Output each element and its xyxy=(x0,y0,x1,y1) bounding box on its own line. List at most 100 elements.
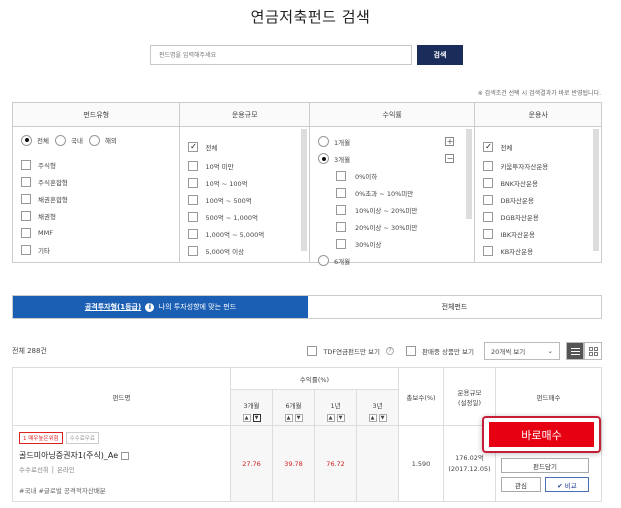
checkbox-size-5[interactable]: 1,000억 ~ 5,000억 xyxy=(188,225,301,242)
tdf-checkbox[interactable] xyxy=(307,346,318,356)
sort-up-icon[interactable]: ▲ xyxy=(326,414,335,422)
scrollbar[interactable] xyxy=(466,129,473,219)
checkbox-icon xyxy=(336,204,346,215)
list-view-button[interactable] xyxy=(566,342,584,360)
on-sale-checkbox[interactable] xyxy=(406,346,417,356)
checkbox-mmf[interactable]: MMF xyxy=(21,224,171,241)
checkmark-icon: ✓ xyxy=(483,142,494,152)
sort-down-icon[interactable]: ▼ xyxy=(336,414,345,422)
checkbox-return-2[interactable]: 0%초과 ~ 10%미만 xyxy=(336,184,454,201)
interest-button[interactable]: 관심 xyxy=(501,477,541,492)
checkbox-manager-4[interactable]: DGB자산운용 xyxy=(483,208,593,225)
results-toolbar: 전체 288건 TDF연금펀드만 보기 ? 판매중 상품만 보기 20개씩 보기… xyxy=(12,339,602,363)
checkbox-return-1[interactable]: 0%이하 xyxy=(336,167,454,184)
checkbox-manager-1[interactable]: 키움투자자산운용 xyxy=(483,157,593,174)
checkbox-size-4[interactable]: 500억 ~ 1,000억 xyxy=(188,208,301,225)
checkbox-return-3[interactable]: 10%이상 ~ 20%미만 xyxy=(336,201,454,218)
filter-fund-type-title: 펀드유형 xyxy=(13,103,180,127)
fund-results-table: 펀드명 수익률(%) 총보수(%) 운용규모 (설정일) 펀드매수 3개월 ▲ ▼ … xyxy=(12,367,602,502)
checkbox-stock[interactable]: 주식형 xyxy=(21,156,171,173)
header-period-1y: 1년 ▲ ▼ xyxy=(314,389,357,426)
checkbox-size-2[interactable]: 10억 ~ 100억 xyxy=(188,174,301,191)
checkbox-icon xyxy=(483,194,494,205)
page-title: 연금저축펀드 검색 xyxy=(250,8,371,26)
fund-name-link[interactable]: 골드미아닝증권자1(주식)_Ae xyxy=(19,450,118,461)
search-button[interactable]: 검색 xyxy=(417,45,463,65)
fund-select-checkbox[interactable] xyxy=(121,451,130,460)
sort-up-icon[interactable]: ▲ xyxy=(368,414,377,422)
filter-fund-type: 펀드유형 전체 국내 해외 주식형 주식혼합형 채권혼합형 채권형 MMF 기타 xyxy=(13,103,181,262)
filter-returns: 수익률 1개월 + 3개월 − 0%이하 0%초과 ~ 10%미만 10%이상 ~ … xyxy=(310,103,476,266)
checkbox-size-3[interactable]: 100억 ~ 500억 xyxy=(188,191,301,208)
radio-period-3m[interactable]: 3개월 − xyxy=(318,150,455,167)
checkbox-return-5[interactable]: 30%이상 xyxy=(336,235,454,252)
info-icon[interactable]: i xyxy=(145,302,155,312)
checkbox-size-all[interactable]: ✓ 전체 xyxy=(188,137,301,157)
checkbox-icon xyxy=(483,245,494,256)
tab-risk-profile[interactable]: 공격투자형(1등급) i 나의 투자성향에 맞는 펀드 xyxy=(13,296,308,318)
checkbox-icon xyxy=(188,211,199,222)
table-row: 1 매우높은위험 수수료무료 골드미아닝증권자1(주식)_Ae 수수료선취 │ … xyxy=(12,416,602,502)
checkbox-icon xyxy=(21,227,31,238)
sort-up-icon[interactable]: ▲ xyxy=(242,414,251,422)
filter-fund-size: 운용규모 ✓ 전체 10억 미만 10억 ~ 100억 100억 ~ 500억 5… xyxy=(180,103,310,262)
sort-down-icon[interactable]: ▼ xyxy=(294,414,303,422)
expand-icon[interactable]: + xyxy=(445,137,455,146)
filter-manager: 운용사 ✓ 전체 키움투자자산운용 BNK자산운용 DB자산운용 DGB자산운용 … xyxy=(475,103,602,262)
filter-fund-size-title: 운용규모 xyxy=(180,103,309,127)
radio-icon xyxy=(318,255,329,266)
checkbox-manager-2[interactable]: BNK자산운용 xyxy=(483,174,593,191)
sort-up-icon[interactable]: ▲ xyxy=(284,414,293,422)
tab-all-funds[interactable]: 전체펀드 xyxy=(308,296,601,318)
search-bar: 검색 xyxy=(150,45,463,65)
checkbox-icon xyxy=(21,244,31,255)
collapse-icon[interactable]: − xyxy=(445,154,455,163)
fund-tabs: 공격투자형(1등급) i 나의 투자성향에 맞는 펀드 전체펀드 xyxy=(12,295,602,319)
header-fund-name: 펀드명 xyxy=(12,367,231,426)
checkbox-bond-mixed[interactable]: 채권혼합형 xyxy=(21,190,171,207)
checkbox-icon xyxy=(336,221,346,232)
sort-down-icon[interactable]: ▼ xyxy=(378,414,387,422)
checkbox-stock-mixed[interactable]: 주식혼합형 xyxy=(21,173,171,190)
checkbox-icon xyxy=(21,210,31,221)
checkbox-manager-all[interactable]: ✓ 전체 xyxy=(483,137,593,157)
checkbox-manager-5[interactable]: IBK자산운용 xyxy=(483,225,593,242)
checkbox-size-6[interactable]: 5,000억 이상 xyxy=(188,242,301,259)
help-icon[interactable]: ? xyxy=(386,347,395,355)
scrollbar[interactable] xyxy=(301,129,307,251)
return-3y xyxy=(356,425,399,502)
radio-icon xyxy=(318,136,329,147)
checkbox-manager-3[interactable]: DB자산운용 xyxy=(483,191,593,208)
compare-button[interactable]: ✔ 비교 xyxy=(545,477,589,492)
radio-period-6m[interactable]: 6개월 xyxy=(318,252,454,269)
checkbox-icon xyxy=(336,238,346,249)
radio-all[interactable]: 전체 xyxy=(21,133,49,147)
on-sale-label: 판매중 상품만 보기 xyxy=(422,348,474,356)
add-to-cart-button[interactable]: 펀드담기 xyxy=(501,458,589,473)
checkbox-return-4[interactable]: 20%이상 ~ 30%미만 xyxy=(336,218,454,235)
buy-now-button[interactable]: 바로매수 xyxy=(489,422,594,447)
checkbox-size-1[interactable]: 10억 미만 xyxy=(188,157,301,174)
scrollbar[interactable] xyxy=(593,129,600,251)
tdf-label: TDF연금펀드만 보기 xyxy=(323,348,381,356)
radio-overseas[interactable]: 해외 xyxy=(88,133,117,147)
checkbox-icon xyxy=(21,176,31,187)
header-fee: 총보수(%) xyxy=(398,367,444,426)
checkbox-other[interactable]: 기타 xyxy=(21,241,171,258)
radio-domestic[interactable]: 국내 xyxy=(54,133,83,147)
search-input[interactable] xyxy=(150,45,412,65)
checkbox-icon xyxy=(188,245,199,256)
checkbox-icon xyxy=(336,170,346,181)
total-count: 전체 288건 xyxy=(12,347,47,355)
radio-icon xyxy=(88,134,100,146)
sort-down-icon[interactable]: ▼ xyxy=(252,414,261,422)
checkbox-icon xyxy=(21,159,31,170)
radio-selected-icon xyxy=(318,153,329,164)
return-6m: 39.78 xyxy=(272,425,315,502)
radio-period-1m[interactable]: 1개월 + xyxy=(318,133,455,150)
grid-view-button[interactable] xyxy=(584,342,602,360)
header-period-3m: 3개월 ▲ ▼ xyxy=(230,389,273,426)
per-page-select[interactable]: 20개씩 보기 ⌄ xyxy=(484,342,560,360)
checkbox-manager-6[interactable]: KB자산운용 xyxy=(483,242,593,259)
checkbox-bond[interactable]: 채권형 xyxy=(21,207,171,224)
